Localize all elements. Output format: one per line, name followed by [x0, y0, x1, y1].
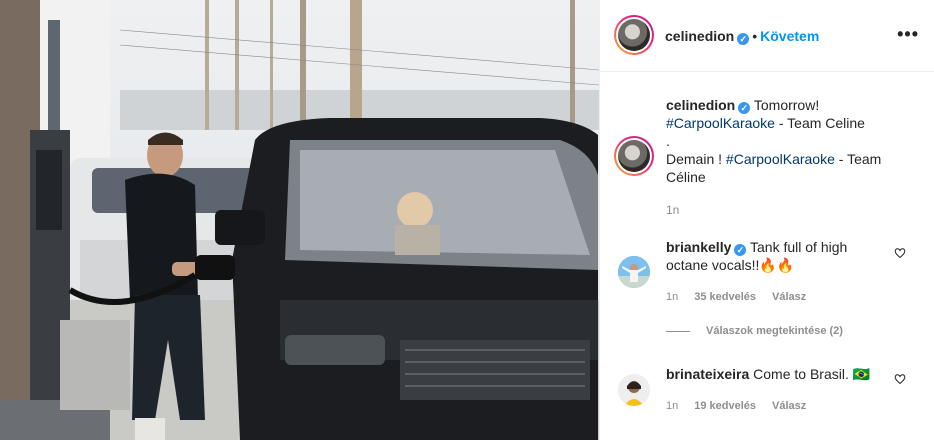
comment-likes[interactable]: 35 kedvelés — [694, 291, 756, 303]
comment-text: Come to Brasil. 🇧🇷 — [753, 366, 871, 382]
hashtag-link[interactable]: #CarpoolKaraoke — [726, 151, 835, 167]
comment-meta: 1n 19 kedvelés Válasz — [666, 400, 822, 412]
comment-username[interactable]: briankelly — [666, 239, 731, 255]
comment-text-block: brinateixeira Come to Brasil. 🇧🇷 — [666, 365, 881, 383]
view-replies-button[interactable]: Válaszok megtekintése (2) — [666, 325, 843, 337]
heart-outline-icon[interactable] — [894, 373, 906, 385]
ellipsis-icon[interactable]: ••• — [897, 24, 919, 45]
caption-username[interactable]: celinedion — [666, 97, 735, 113]
reply-button[interactable]: Válasz — [772, 291, 806, 303]
hashtag-link[interactable]: #CarpoolKaraoke — [666, 115, 775, 131]
avatar-image — [618, 256, 650, 288]
caption-line2: - Team Celine — [774, 115, 865, 131]
view-replies-label: Válaszok megtekintése (2) — [706, 325, 843, 337]
caption: celinedion ✓ Tomorrow! #CarpoolKaraoke - … — [666, 96, 916, 186]
caption-line1: Tomorrow! — [753, 97, 820, 113]
caption-line4: Demain ! — [666, 151, 726, 167]
follow-button[interactable]: Követem — [760, 28, 819, 44]
caption-line4-end: - Team — [834, 151, 882, 167]
comment-username[interactable]: brinateixeira — [666, 366, 749, 382]
caption-line5: Céline — [666, 169, 706, 185]
comment-likes[interactable]: 19 kedvelés — [694, 400, 756, 412]
post-header: celinedion ✓ • Követem ••• — [600, 0, 934, 72]
verified-badge-icon: ✓ — [738, 102, 751, 114]
comment-timestamp[interactable]: 1n — [666, 291, 678, 303]
avatar-image — [618, 374, 650, 406]
post-author-avatar[interactable] — [614, 15, 654, 55]
post-photo[interactable] — [0, 0, 599, 440]
comment-meta: 1n 35 kedvelés Válasz — [666, 291, 822, 303]
comment-timestamp[interactable]: 1n — [666, 400, 678, 412]
comment-avatar[interactable] — [618, 374, 650, 406]
caption-line3: . — [666, 133, 670, 149]
heart-outline-icon[interactable] — [894, 247, 906, 259]
caption-avatar[interactable] — [614, 136, 654, 176]
caption-timestamp[interactable]: 1n — [666, 203, 679, 217]
post-author-username[interactable]: celinedion — [665, 28, 734, 44]
reply-button[interactable]: Válasz — [772, 400, 806, 412]
comment-text-block: briankelly ✓ Tank full of high octane voc… — [666, 238, 881, 274]
replies-divider — [666, 330, 690, 332]
verified-badge-icon: ✓ — [737, 33, 750, 45]
photo-scene — [0, 0, 599, 440]
post-author-line: celinedion ✓ • Követem — [665, 28, 819, 45]
comment-avatar[interactable] — [618, 256, 650, 288]
separator-dot: • — [752, 28, 758, 44]
verified-badge-icon: ✓ — [734, 244, 747, 256]
post-panel: celinedion ✓ • Követem ••• celinedion ✓ Tomo… — [599, 0, 934, 440]
